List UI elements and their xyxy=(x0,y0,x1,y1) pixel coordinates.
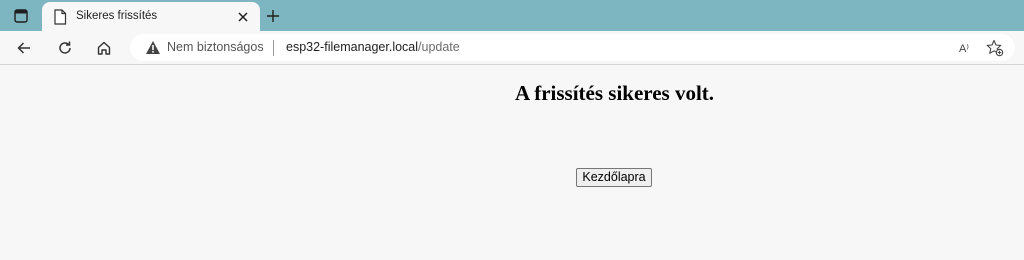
warning-icon[interactable] xyxy=(145,40,161,55)
back-arrow-icon[interactable] xyxy=(11,35,37,61)
toolbar: Nem biztonságos esp32-filemanager.local/… xyxy=(0,31,1024,65)
divider xyxy=(273,40,274,56)
home-icon[interactable] xyxy=(91,35,117,61)
tab-strip: Sikeres frissítés xyxy=(0,0,1024,31)
refresh-icon[interactable] xyxy=(52,35,78,61)
url-path: /update xyxy=(418,40,460,54)
read-aloud-icon[interactable]: A⁾ xyxy=(954,38,974,58)
home-button[interactable]: Kezdőlapra xyxy=(576,168,652,187)
address-bar[interactable]: Nem biztonságos esp32-filemanager.local/… xyxy=(130,34,1015,61)
url-text[interactable]: esp32-filemanager.local/update xyxy=(286,40,460,54)
plus-icon[interactable] xyxy=(262,5,284,27)
tab-title: Sikeres frissítés xyxy=(76,10,158,22)
security-label[interactable]: Nem biztonságos xyxy=(167,40,264,54)
page-icon xyxy=(53,9,67,25)
url-host: esp32-filemanager.local xyxy=(286,40,419,54)
page-content: A frissítés sikeres volt. Kezdőlapra xyxy=(0,65,1024,260)
page-title: A frissítés sikeres volt. xyxy=(514,81,715,105)
tab-active[interactable]: Sikeres frissítés xyxy=(42,2,260,31)
tab-actions-icon[interactable] xyxy=(8,5,34,27)
add-favorite-icon[interactable] xyxy=(985,38,1005,58)
close-icon[interactable] xyxy=(235,9,251,25)
